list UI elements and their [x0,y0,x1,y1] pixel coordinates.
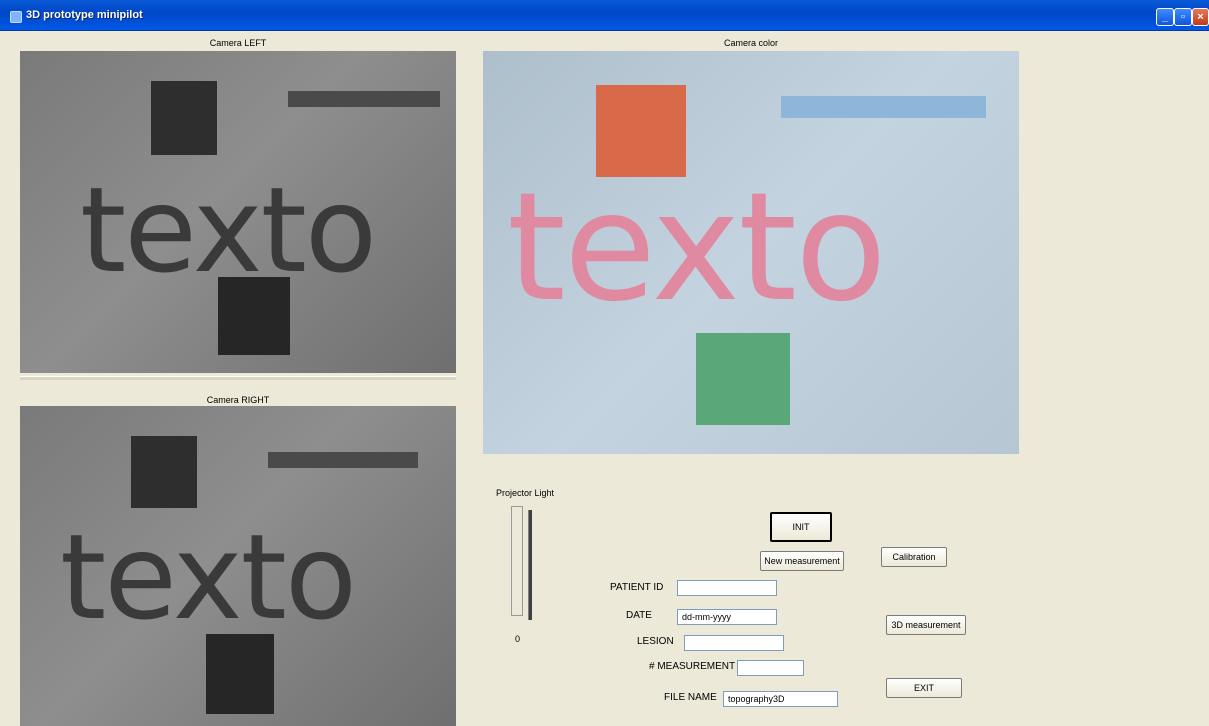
camera-left-text: texto [80,161,377,299]
camera-color-caption: Camera color [723,38,779,48]
file-name-label: FILE NAME [664,692,717,703]
camera-right-image: texto [20,406,456,726]
lesion-label: LESION [637,636,674,647]
projector-light-slider[interactable] [511,506,523,616]
file-name-field[interactable]: topography3D [723,691,838,707]
close-icon[interactable]: × [1192,8,1209,26]
divider [20,376,456,380]
camera-left-image: texto [20,51,456,373]
title-bar: 3D prototype minipilot _ ▫ × [0,0,1209,31]
init-button[interactable]: INIT [770,512,832,542]
camera-color-text: texto [507,161,887,335]
camera-right-text: texto [60,508,357,646]
patient-id-label: PATIENT ID [610,582,664,593]
camera-color-image: texto [483,51,1019,454]
measurement-number-field[interactable] [737,660,804,676]
camera-right-caption: Camera RIGHT [206,395,270,405]
3d-measurement-button[interactable]: 3D measurement [886,615,966,635]
projector-light-label: Projector Light [496,488,555,498]
patient-id-field[interactable] [677,580,777,596]
projector-light-value: 0 [515,634,521,644]
restore-icon[interactable]: ▫ [1174,8,1192,26]
projector-light-track [528,510,532,620]
exit-button[interactable]: EXIT [886,678,962,698]
calibration-button[interactable]: Calibration [881,547,947,567]
minimize-icon[interactable]: _ [1156,8,1174,26]
date-label: DATE [626,610,652,621]
window-title: 3D prototype minipilot [26,9,143,21]
lesion-field[interactable] [684,635,784,651]
new-measurement-button[interactable]: New measurement [760,551,844,571]
date-field[interactable]: dd-mm-yyyy [677,609,777,625]
measurement-number-label: # MEASUREMENT [649,661,736,672]
camera-left-caption: Camera LEFT [209,38,267,48]
app-icon [10,11,22,23]
